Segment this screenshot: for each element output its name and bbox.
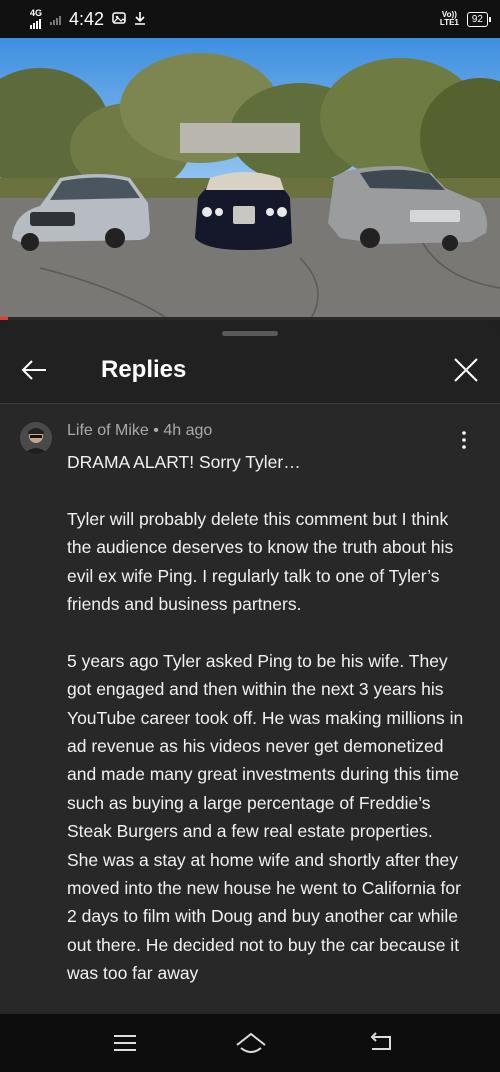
battery-icon: 92: [466, 11, 492, 27]
comment-meta: Life of Mike • 4h ago: [67, 420, 212, 442]
menu-icon[interactable]: [110, 1028, 140, 1058]
comment-thread: Life of Mike • 4h ago DRAMA ALART! Sorry…: [0, 404, 500, 1014]
lte-label: LTE1: [439, 18, 459, 27]
meta-separator: •: [153, 422, 159, 439]
gallery-icon: [112, 11, 126, 27]
drag-handle[interactable]: [222, 331, 278, 336]
comment-age: 4h ago: [163, 422, 213, 439]
video-frame: [0, 38, 500, 320]
comment-paragraph: DRAMA ALART! Sorry Tyler…: [67, 452, 301, 472]
back-arrow-icon[interactable]: [18, 354, 50, 386]
car-middle: [195, 172, 292, 250]
home-icon[interactable]: [234, 1028, 266, 1058]
back-icon[interactable]: [366, 1028, 396, 1058]
avatar[interactable]: [20, 422, 52, 454]
status-bar: 4G 4:42 Vo)) LTE1 92: [0, 0, 500, 38]
network-indicator: 4G: [30, 9, 42, 29]
comment-author[interactable]: Life of Mike: [67, 422, 149, 439]
battery-level: 92: [471, 13, 483, 25]
system-nav-bar: [0, 1014, 500, 1072]
download-icon: [134, 11, 146, 28]
signal-icon: [30, 18, 41, 29]
volte-indicator: Vo)) LTE1: [440, 11, 459, 27]
network-type: 4G: [30, 8, 43, 18]
panel-title: Replies: [101, 356, 187, 383]
comment-paragraph: 5 years ago Tyler asked Ping to be his w…: [67, 650, 464, 984]
signal-2-icon: [50, 14, 62, 25]
video-player[interactable]: [0, 38, 500, 320]
comment-paragraph: Tyler will probably delete this comment …: [67, 508, 454, 615]
status-right: Vo)) LTE1 92: [440, 11, 492, 27]
replies-panel: Replies Life of Mike • 4h ago DRAMA ALAR…: [0, 320, 500, 1014]
panel-header: Replies: [0, 338, 500, 402]
clock: 4:42: [69, 8, 105, 29]
close-icon[interactable]: [450, 354, 482, 386]
status-left: 4G 4:42: [30, 9, 146, 30]
comment-body: DRAMA ALART! Sorry Tyler… Tyler will pro…: [67, 448, 467, 1014]
